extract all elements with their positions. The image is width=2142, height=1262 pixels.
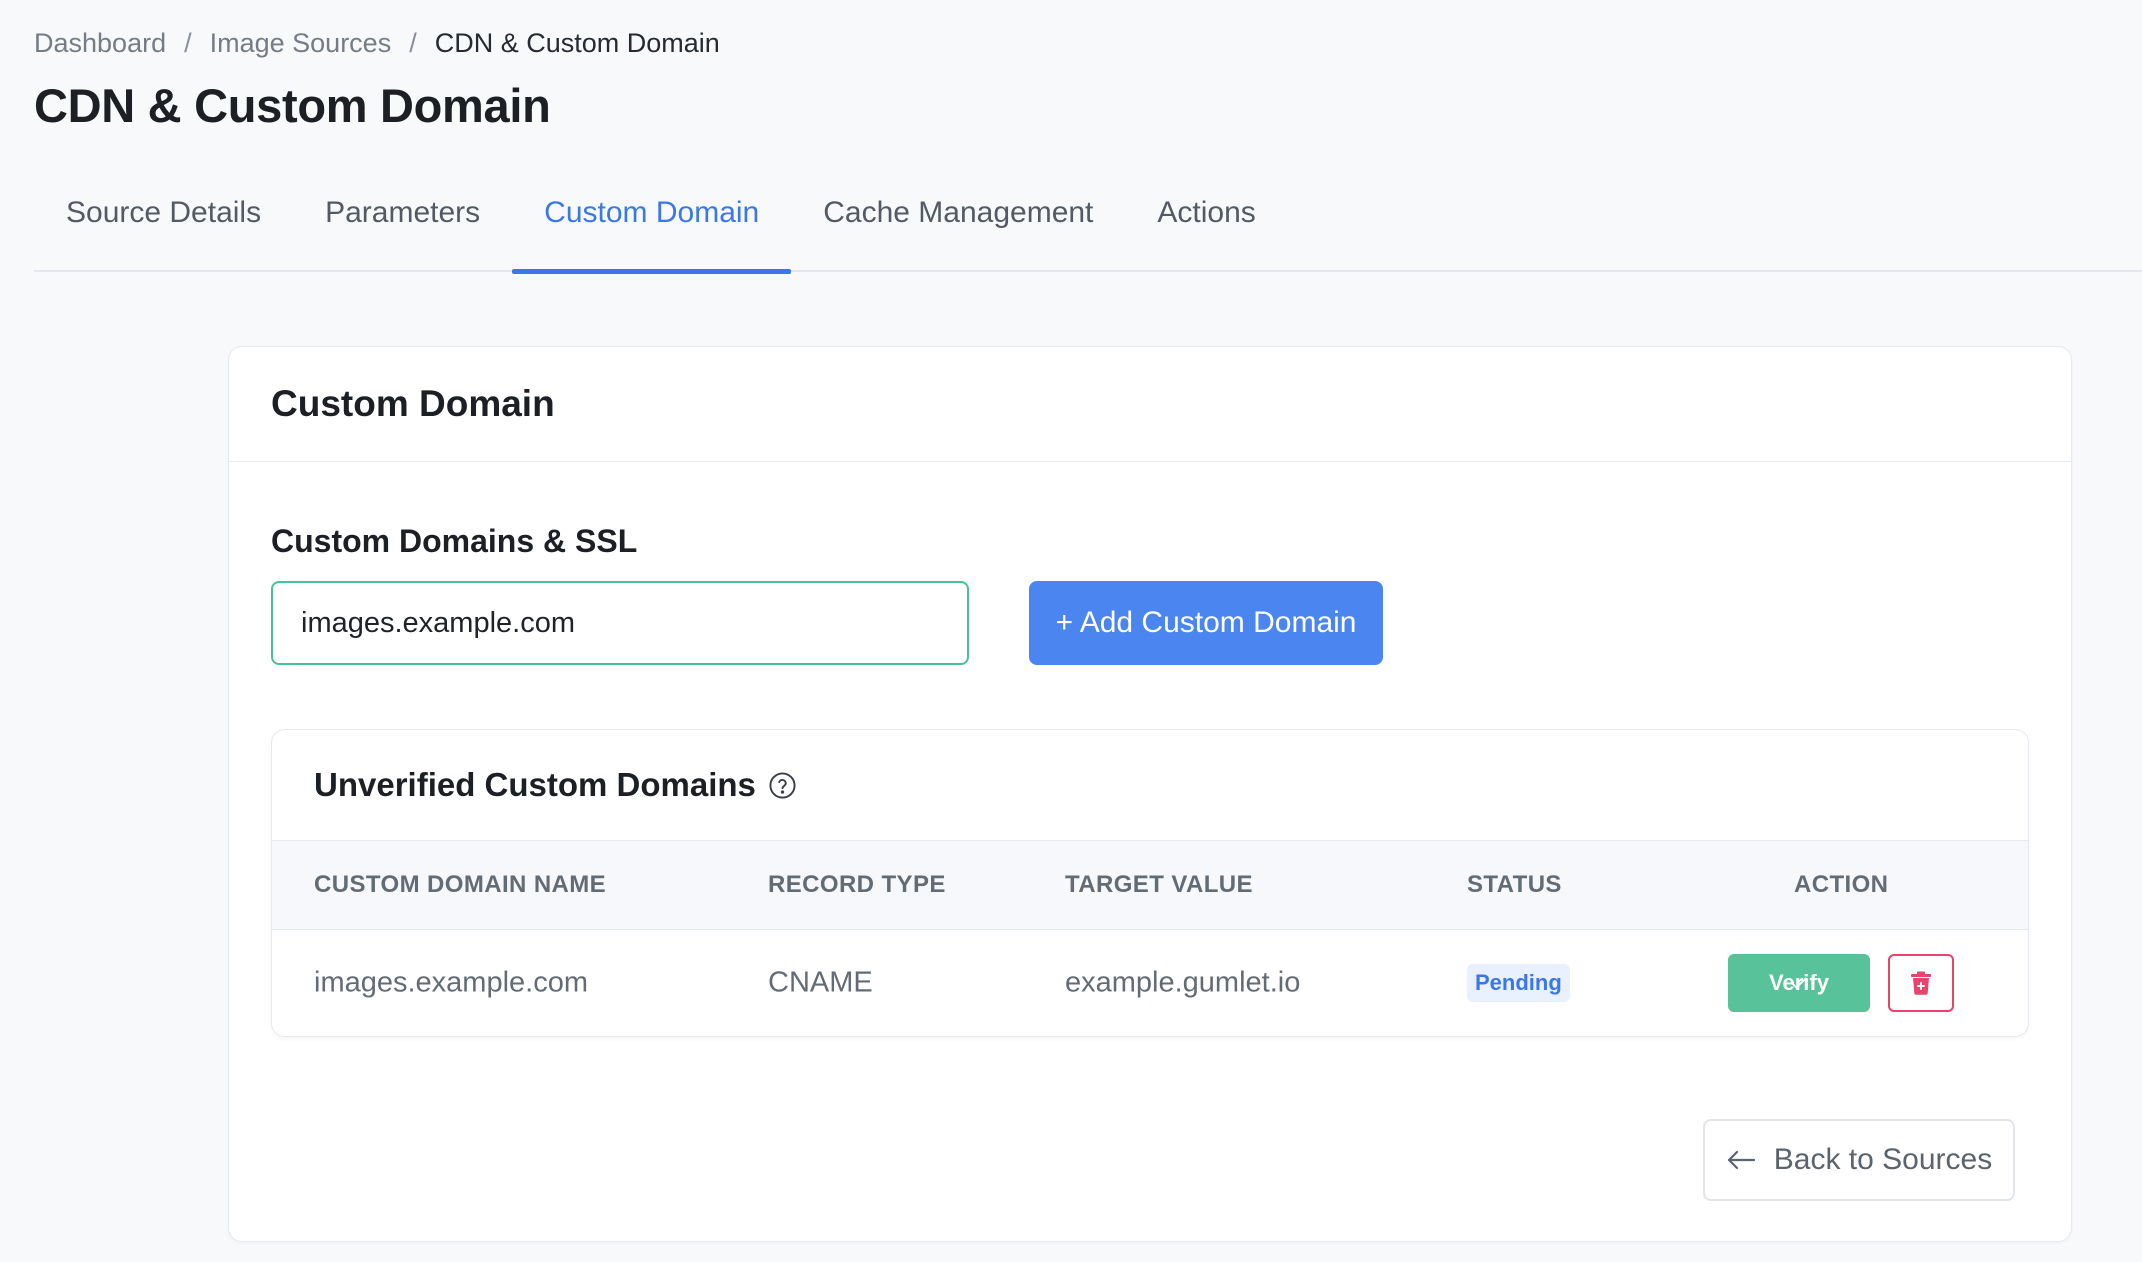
cell-record-type: CNAME	[768, 966, 873, 999]
breadcrumb: Dashboard / Image Sources / CDN & Custom…	[34, 28, 720, 59]
question-circle-icon[interactable]	[768, 771, 797, 800]
tab-actions[interactable]: Actions	[1125, 172, 1287, 272]
breadcrumb-image-sources[interactable]: Image Sources	[210, 28, 392, 59]
delete-button[interactable]	[1888, 954, 1954, 1012]
tab-custom-domain[interactable]: Custom Domain	[512, 172, 792, 274]
column-header-action: ACTION	[1794, 871, 1889, 898]
custom-domain-card: Custom Domain Custom Domains & SSL + Add…	[228, 346, 2072, 1242]
back-button-label: Back to Sources	[1773, 1143, 1993, 1176]
breadcrumb-current: CDN & Custom Domain	[434, 28, 720, 58]
card-title: Custom Domain	[229, 347, 2071, 462]
cell-target: example.gumlet.io	[1065, 966, 1301, 999]
table-title: Unverified Custom Domains	[314, 766, 756, 803]
tab-cache-management[interactable]: Cache Management	[791, 172, 1125, 272]
status-badge: Pending	[1467, 964, 1570, 1002]
page: Dashboard / Image Sources / CDN & Custom…	[0, 0, 2142, 1262]
section-label: Custom Domains & SSL	[271, 523, 638, 559]
column-header-target: TARGET VALUE	[1065, 871, 1253, 898]
add-custom-domain-button[interactable]: + Add Custom Domain	[1029, 581, 1383, 665]
table-title-row: Unverified Custom Domains	[272, 730, 2028, 840]
tab-source-details[interactable]: Source Details	[34, 172, 293, 272]
table-header: CUSTOM DOMAIN NAME RECORD TYPE TARGET VA…	[272, 840, 2028, 930]
verify-label: Verify	[1769, 970, 1829, 995]
unverified-domains-table: Unverified Custom Domains CUSTOM DOMAIN …	[271, 729, 2029, 1037]
cell-domain: images.example.com	[314, 966, 588, 999]
table-row: images.example.com CNAME example.gumlet.…	[272, 930, 2028, 1036]
column-header-status: STATUS	[1467, 871, 1562, 898]
column-header-domain: CUSTOM DOMAIN NAME	[314, 871, 607, 898]
tab-parameters[interactable]: Parameters	[293, 172, 512, 272]
back-to-sources-button[interactable]: Back to Sources	[1703, 1119, 2015, 1201]
trash-icon	[1911, 971, 1931, 995]
page-title: CDN & Custom Domain	[34, 79, 551, 132]
arrow-left-icon	[1727, 1150, 1755, 1170]
tab-bar: Source Details Parameters Custom Domain …	[34, 172, 2142, 274]
breadcrumb-separator: /	[184, 28, 192, 58]
verify-button[interactable]: Verify	[1728, 954, 1870, 1012]
breadcrumb-dashboard[interactable]: Dashboard	[34, 28, 166, 59]
column-header-record-type: RECORD TYPE	[768, 871, 946, 898]
custom-domain-input[interactable]	[271, 581, 969, 665]
breadcrumb-separator: /	[409, 28, 417, 58]
